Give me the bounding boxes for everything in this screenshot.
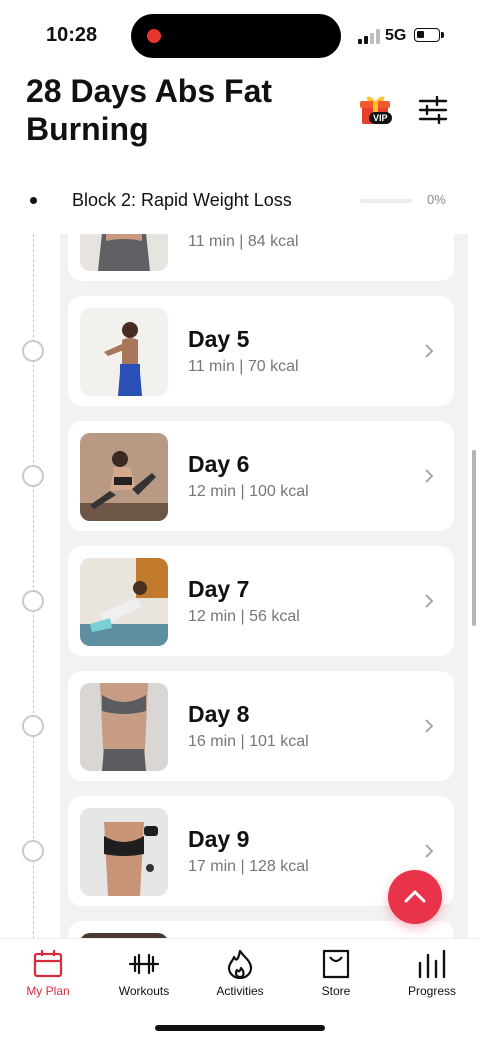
status-bar: 10:28 5G	[0, 0, 480, 72]
nav-workouts[interactable]: Workouts	[96, 939, 192, 1005]
chevron-right-icon	[425, 719, 434, 733]
day-title: Day 8	[188, 701, 250, 727]
dynamic-island	[131, 14, 341, 58]
scroll-top-button[interactable]	[388, 870, 442, 924]
day-card[interactable]: Day 8 16 min | 101 kcal	[68, 671, 454, 781]
chevron-up-icon	[404, 890, 426, 903]
chevron-right-icon	[425, 844, 434, 858]
timeline-circle	[22, 840, 44, 862]
nav-label: Progress	[407, 984, 457, 998]
day-card[interactable]: Day 6 12 min | 100 kcal	[68, 421, 454, 531]
day-card[interactable]: 11 min | 84 kcal	[68, 234, 454, 281]
vip-badge: VIP	[369, 112, 392, 124]
timeline-circle	[22, 340, 44, 362]
block-title: Block 2: Rapid Weight Loss	[72, 190, 292, 210]
nav-label: Activities	[216, 984, 264, 998]
day-item[interactable]: Day 8 16 min | 101 kcal	[0, 671, 480, 781]
day-title: Day 6	[188, 451, 250, 477]
chevron-right-icon	[425, 594, 434, 608]
bottom-nav: My Plan Workouts Activities Store Progre…	[0, 938, 480, 1040]
dumbbell-icon	[128, 953, 160, 975]
day-meta: 11 min | 84 kcal	[188, 234, 299, 250]
chevron-right-icon	[425, 344, 434, 358]
calendar-icon	[33, 950, 63, 978]
nav-store[interactable]: Store	[288, 939, 384, 1005]
page-title: 28 Days Abs Fat Burning	[26, 73, 273, 147]
block-header: Block 2: Rapid Weight Loss 0%	[0, 180, 480, 222]
day-item[interactable]: Day 5 11 min | 70 kcal	[0, 296, 480, 406]
workout-thumbnail	[80, 308, 168, 396]
day-card[interactable]: Day 5 11 min | 70 kcal	[68, 296, 454, 406]
network-label: 5G	[385, 27, 407, 44]
nav-my-plan[interactable]: My Plan	[0, 939, 96, 1005]
day-meta: 12 min | 56 kcal	[188, 608, 300, 625]
day-item[interactable]: Day 6 12 min | 100 kcal	[0, 421, 480, 531]
day-title: Day 5	[188, 326, 250, 352]
chevron-right-icon	[425, 469, 434, 483]
day-meta: 11 min | 70 kcal	[188, 358, 299, 375]
scrollbar[interactable]	[472, 450, 476, 626]
day-item[interactable]: 11 min | 84 kcal	[0, 234, 480, 281]
bar-chart-icon	[418, 949, 446, 979]
workout-thumbnail	[80, 683, 168, 771]
day-card[interactable]	[68, 921, 454, 938]
shopping-bag-icon	[322, 949, 350, 979]
signal-icon	[358, 28, 380, 44]
timeline-dot	[30, 197, 37, 204]
battery-cap	[441, 32, 444, 38]
nav-label: Workouts	[118, 984, 170, 998]
day-title: Day 9	[188, 826, 250, 852]
timeline-circle	[22, 715, 44, 737]
day-meta: 17 min | 128 kcal	[188, 858, 309, 875]
workout-thumbnail	[80, 234, 168, 271]
workout-thumbnail	[80, 433, 168, 521]
nav-label: Store	[321, 984, 351, 998]
home-indicator	[155, 1025, 325, 1031]
block-progress-label: 0%	[427, 192, 446, 207]
day-item[interactable]	[0, 921, 480, 938]
block-progress-bar	[360, 199, 412, 203]
flame-icon	[227, 949, 253, 979]
day-title: Day 7	[188, 576, 250, 602]
day-list[interactable]: 11 min | 84 kcal Day 5 11 min | 70 kcal …	[0, 234, 480, 938]
day-meta: 16 min | 101 kcal	[188, 733, 309, 750]
battery-icon	[414, 28, 440, 42]
nav-label: My Plan	[26, 984, 70, 998]
status-time: 10:28	[46, 24, 98, 46]
timeline-circle	[22, 465, 44, 487]
workout-thumbnail	[80, 808, 168, 896]
day-meta: 12 min | 100 kcal	[188, 483, 309, 500]
nav-progress[interactable]: Progress	[384, 939, 480, 1005]
timeline-circle	[22, 590, 44, 612]
day-item[interactable]: Day 7 12 min | 56 kcal	[0, 546, 480, 656]
day-card[interactable]: Day 7 12 min | 56 kcal	[68, 546, 454, 656]
sliders-icon[interactable]	[418, 95, 448, 125]
recording-indicator	[147, 29, 161, 43]
nav-activities[interactable]: Activities	[192, 939, 288, 1005]
workout-thumbnail	[80, 558, 168, 646]
